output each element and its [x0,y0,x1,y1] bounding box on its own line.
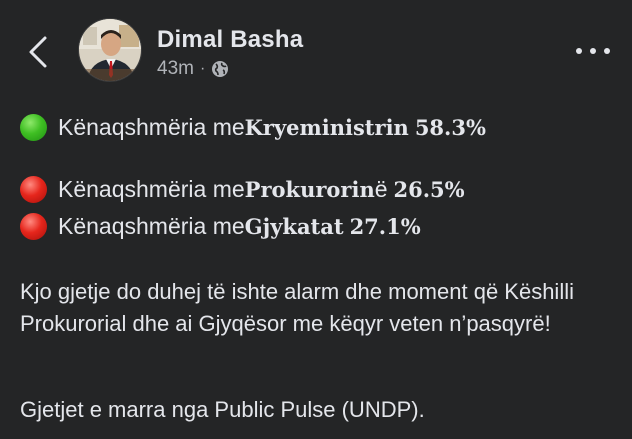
stat-suffix: ë [374,176,388,202]
stat-line-prime-minister: Kënaqshmëria me Kryeministrin 58.3% [20,114,486,141]
more-horizontal-icon-dot [604,48,610,54]
stat-line-courts: Kënaqshmëria me Gjykatat 27.1% [20,213,421,240]
stat-value: 27.1% [349,214,421,239]
stat-prefix: Kënaqshmëria me [58,176,245,202]
stat-prefix: Kënaqshmëria me [58,114,245,140]
meta-separator: · [199,60,206,77]
more-options-button[interactable] [576,42,610,60]
profile-photo [79,19,141,81]
more-horizontal-icon-dot [590,48,596,54]
post-header: Dimal Basha 43m · [0,0,632,100]
post-view: Dimal Basha 43m · Kënaqshmëria me Kryemi… [0,0,632,439]
red-circle-icon [20,176,47,203]
post-paragraph: Kjo gjetje do duhej të ishte alarm dhe m… [20,279,574,336]
author-name[interactable]: Dimal Basha [157,26,303,54]
globe-icon [212,61,229,77]
post-timestamp[interactable]: 43m [157,58,194,80]
stat-subject: Kryeministrin [244,115,409,140]
green-circle-icon [20,114,47,141]
stat-subject: Prokurorin [244,177,375,202]
stat-value: 26.5% [393,177,465,202]
post-meta: 43m · [157,58,229,80]
more-horizontal-icon-dot [576,48,582,54]
red-circle-icon [20,213,47,240]
avatar[interactable] [78,18,142,82]
stat-value: 58.3% [414,115,486,140]
stat-subject: Gjykatat [244,214,344,239]
stat-line-prosecution: Kënaqshmëria me Prokurorin ë 26.5% [20,176,465,203]
post-source-line: Gjetjet e marra nga Public Pulse (UNDP). [20,397,425,422]
chevron-left-icon [29,36,47,68]
back-button[interactable] [24,34,52,70]
stat-prefix: Kënaqshmëria me [58,213,245,239]
